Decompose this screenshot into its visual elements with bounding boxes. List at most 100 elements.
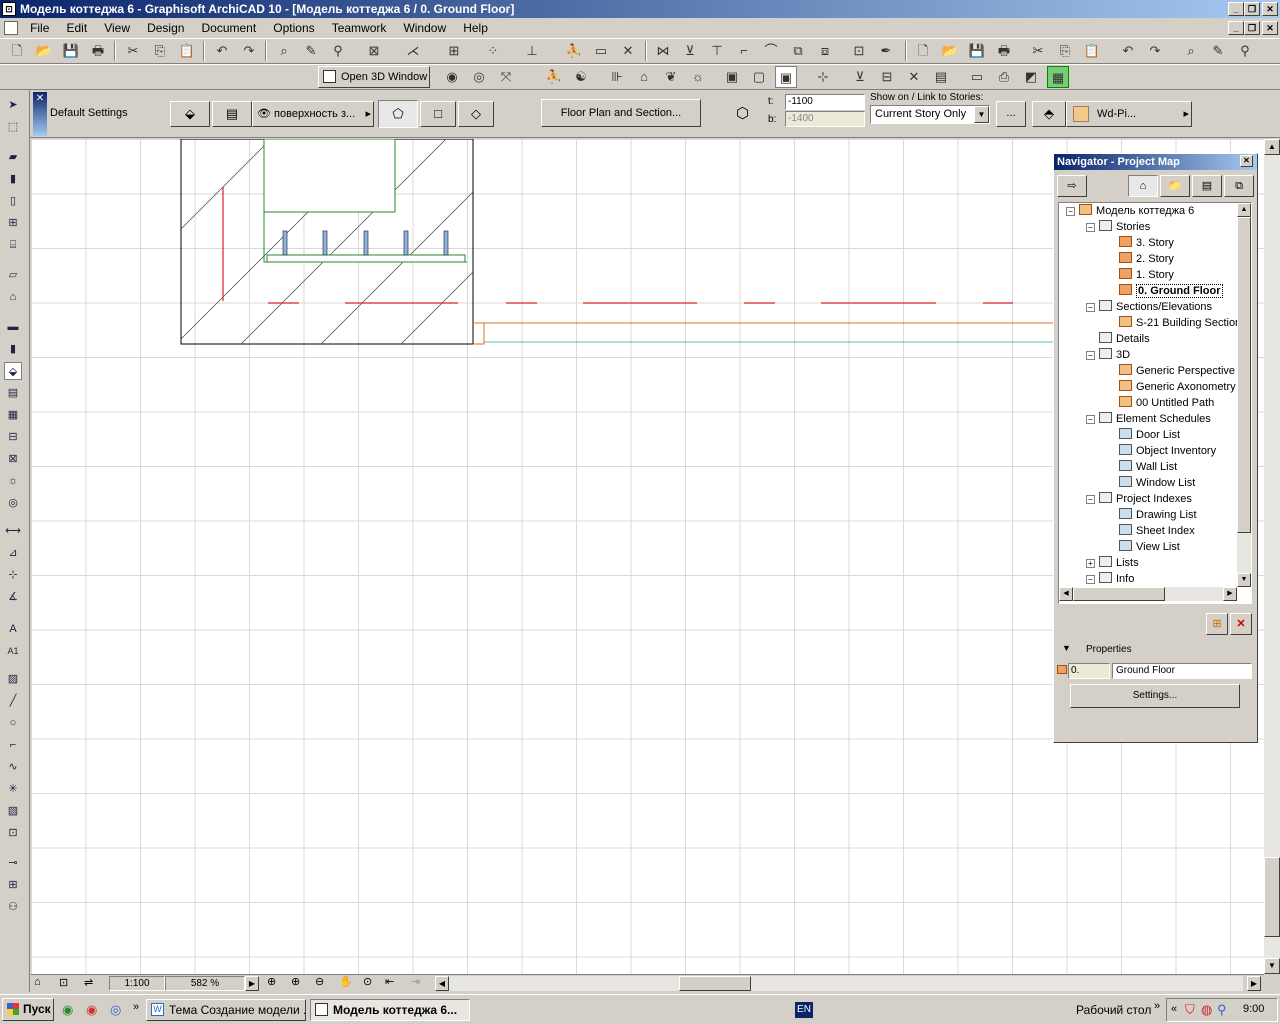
tree-item-drawing-list[interactable]: Drawing List [1119, 507, 1197, 523]
expander-indexes[interactable]: − [1086, 495, 1095, 504]
figure-tool-icon[interactable]: ▧ [4, 802, 22, 820]
sun-icon[interactable]: ☼ [687, 66, 709, 88]
bottom-elevation-input[interactable]: -1400 [785, 111, 865, 127]
quicklaunch-icon-1[interactable]: ◉ [62, 1002, 73, 1018]
lamp-tool-icon[interactable]: ☼ [4, 472, 22, 490]
close-button[interactable]: ✕ [1262, 2, 1278, 16]
column2-tool-icon[interactable]: ▮ [4, 340, 22, 358]
find-icon-2[interactable]: ⌕ [1180, 40, 1202, 62]
material-dropdown[interactable]: Wd-Pi... ▸ [1066, 101, 1192, 127]
zoom-in-icon[interactable]: ⊕ [291, 975, 300, 988]
eyedropper-icon-2[interactable]: ✎ [1207, 40, 1229, 62]
group-icon[interactable]: ⧉ [787, 40, 809, 62]
tree-scroll-right-icon[interactable]: ▶ [1223, 587, 1237, 601]
tree-item-3d[interactable]: 3D [1099, 347, 1130, 363]
print-icon-2[interactable]: 🖶 [993, 40, 1015, 62]
quicklaunch-more-icon[interactable]: » [133, 1001, 139, 1013]
language-indicator[interactable]: EN [795, 1002, 813, 1018]
menu-window[interactable]: Window [396, 18, 453, 38]
view-map-tab-icon[interactable]: 📁 [1160, 175, 1190, 197]
slab-active-tool-icon[interactable]: ⬙ [4, 362, 22, 380]
mesh-tool-icon[interactable]: ▤ [4, 384, 22, 402]
zone-tool-icon[interactable]: ▦ [4, 406, 22, 424]
fit-window-icon[interactable]: ⊙ [363, 975, 372, 988]
tree-item-generic-perspective[interactable]: Generic Perspective [1119, 363, 1235, 379]
antivirus-icon[interactable]: ◍ [1201, 1002, 1212, 1018]
construction-icon[interactable]: ⊞ [443, 40, 465, 62]
circle-tool-icon[interactable]: ○ [4, 714, 22, 732]
green-tool-icon[interactable]: ▦ [1047, 66, 1069, 88]
zoom-out-icon[interactable]: ⊖ [315, 975, 324, 988]
walk-icon[interactable]: ⛹ [563, 40, 585, 62]
guide-icon[interactable]: ⋌ [402, 40, 424, 62]
slab-settings-icon[interactable]: ⬙ [170, 101, 210, 127]
marquee-tool-icon[interactable]: ⬚ [4, 118, 22, 136]
tree-icon[interactable]: ❦ [660, 66, 682, 88]
publisher-sets-tab-icon[interactable]: ⧉ [1224, 175, 1254, 197]
cube-active-icon[interactable]: ▣ [775, 66, 797, 88]
tree-item-story-3[interactable]: 3. Story [1119, 235, 1174, 251]
stories-more-button[interactable]: ... [996, 101, 1026, 127]
hotspot-tool-icon[interactable]: ✳ [4, 780, 22, 798]
expander-info[interactable]: − [1086, 575, 1095, 584]
eyedropper-icon[interactable]: ✎ [300, 40, 322, 62]
orbit-icon[interactable]: ◉ [441, 66, 463, 88]
paste-icon-2[interactable]: 📋 [1081, 40, 1103, 62]
axis-icon[interactable]: ⤧ [495, 66, 517, 88]
label-tool-icon[interactable]: A1 [4, 642, 22, 660]
snap-icon[interactable]: ⊹ [812, 66, 834, 88]
tree-item-section-s21[interactable]: S-21 Building Section [1119, 315, 1241, 331]
tree-item-untitled-path[interactable]: 00 Untitled Path [1119, 395, 1214, 411]
split-icon[interactable]: ⊻ [679, 40, 701, 62]
quicklaunch-icon-2[interactable]: ◉ [86, 1002, 97, 1018]
home-icon[interactable]: ⌂ [633, 66, 655, 88]
top-elevation-input[interactable]: -1100 [785, 94, 865, 110]
taskbar-item-word[interactable]: W Тема Создание модели ... [146, 999, 306, 1021]
new-icon[interactable]: 🗋 [6, 40, 28, 62]
tree-item-generic-axonometry[interactable]: Generic Axonometry [1119, 379, 1236, 395]
vertical-scroll-thumb[interactable] [1264, 857, 1280, 937]
monitor-icon[interactable]: ▭ [966, 66, 988, 88]
walk-3d-icon[interactable]: ⛹ [543, 66, 565, 88]
scroll-up-icon[interactable]: ▲ [1264, 139, 1280, 155]
expander-lists[interactable]: + [1086, 559, 1095, 568]
pin-icon[interactable]: ⊥ [521, 40, 543, 62]
next-view-icon[interactable]: ⇥ [411, 975, 420, 988]
horizontal-scroll-thumb[interactable] [679, 976, 751, 991]
geometry-method-rotated-icon[interactable]: ◇ [458, 101, 494, 127]
expander-schedules[interactable]: − [1086, 415, 1095, 424]
adjust-icon[interactable]: ⌐ [733, 40, 755, 62]
cube-icon[interactable]: ▢ [748, 66, 770, 88]
syringe-icon[interactable]: ⚲ [327, 40, 349, 62]
camera-icon[interactable]: ◎ [468, 66, 490, 88]
pen-red-icon[interactable]: ✒ [875, 40, 897, 62]
expander-project[interactable]: − [1066, 207, 1075, 216]
quicklaunch-icon-3[interactable]: ◎ [110, 1002, 121, 1018]
tree-item-story-1[interactable]: 1. Story [1119, 267, 1174, 283]
tree-item-window-list[interactable]: Window List [1119, 475, 1195, 491]
floor-plan-section-button[interactable]: Floor Plan and Section... [541, 99, 701, 127]
open-3d-window-button[interactable]: Open 3D Window [318, 66, 430, 88]
fillet-icon[interactable]: ⌒ [760, 40, 782, 62]
3d-text-icon[interactable]: ▤ [930, 66, 952, 88]
curtain-tool-icon[interactable]: ⊠ [4, 450, 22, 468]
layout-book-tab-icon[interactable]: ▤ [1192, 175, 1222, 197]
render-icon[interactable]: ◩ [1020, 66, 1042, 88]
redo-icon-2[interactable]: ↷ [1144, 40, 1166, 62]
new-icon-2[interactable]: 🗋 [912, 40, 934, 62]
doc-close-button[interactable]: ✕ [1262, 21, 1278, 35]
column-tool-icon[interactable]: ▮ [4, 170, 22, 188]
expander-sections[interactable]: − [1086, 303, 1095, 312]
scroll-right-icon[interactable]: ▶ [1247, 976, 1261, 991]
menu-edit[interactable]: Edit [59, 18, 94, 38]
layers-icon[interactable]: ⊡ [848, 40, 870, 62]
scroll-down-icon[interactable]: ▼ [1264, 958, 1280, 974]
dotted-grid-icon[interactable]: ⁘ [482, 40, 504, 62]
paste-icon[interactable]: 📋 [176, 40, 198, 62]
properties-toggle-icon[interactable]: ▼ [1062, 643, 1071, 653]
tree-item-project-indexes[interactable]: Project Indexes [1099, 491, 1192, 507]
explore-icon[interactable]: ☯ [570, 66, 592, 88]
radial-tool-icon[interactable]: ⊹ [4, 566, 22, 584]
project-map-tree[interactable]: − Модель коттеджа 6 − Stories 3. Story 2… [1058, 202, 1252, 604]
measure-icon[interactable]: ⊻ [849, 66, 871, 88]
